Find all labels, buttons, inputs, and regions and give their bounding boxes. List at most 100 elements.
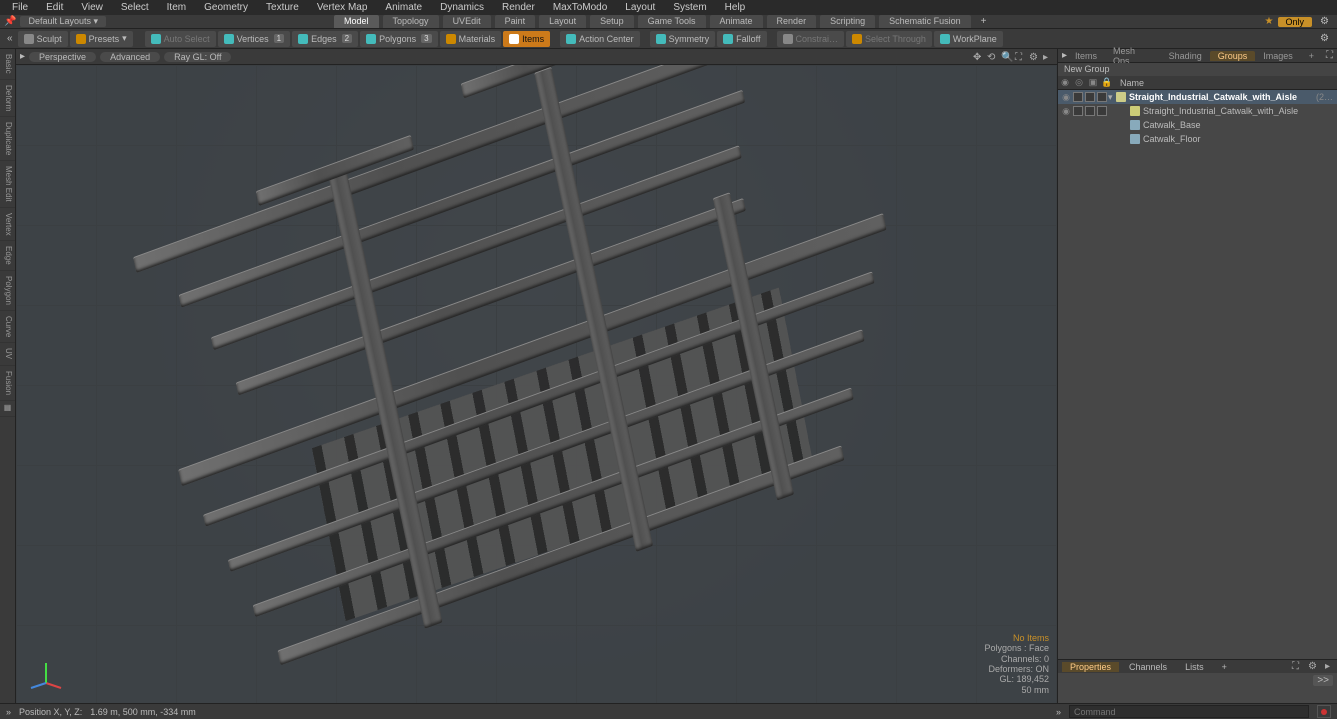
viewport-raygl-toggle[interactable]: Ray GL: Off	[164, 52, 231, 62]
render-column-icon[interactable]: ▣	[1086, 77, 1100, 88]
btab-gear-icon[interactable]: ⚙	[1305, 661, 1320, 672]
eye-icon[interactable]: ◉	[1060, 106, 1072, 117]
checkbox[interactable]	[1085, 106, 1095, 116]
vp-maximize-icon[interactable]: ⛶	[1015, 52, 1025, 62]
tab-gametools[interactable]: Game Tools	[638, 15, 706, 28]
btab-lists[interactable]: Lists	[1177, 662, 1212, 672]
rtab-groups[interactable]: Groups	[1210, 51, 1256, 61]
symmetry-button[interactable]: Symmetry	[650, 31, 716, 47]
vtab-uv[interactable]: UV	[0, 343, 15, 365]
camera-column-icon[interactable]: ◎	[1072, 77, 1086, 88]
falloff-button[interactable]: Falloff	[717, 31, 766, 47]
vtab-polygon[interactable]: Polygon	[0, 271, 15, 311]
new-group-button[interactable]: New Group	[1058, 63, 1337, 76]
tab-schematic[interactable]: Schematic Fusion	[879, 15, 971, 28]
checkbox[interactable]	[1073, 92, 1083, 102]
vp-zoom-icon[interactable]: 🔍	[1001, 52, 1011, 62]
vtab-curve[interactable]: Curve	[0, 311, 15, 343]
vtab-duplicate[interactable]: Duplicate	[0, 117, 15, 161]
eye-icon[interactable]: ◉	[1060, 92, 1072, 103]
rtab-items[interactable]: Items	[1067, 51, 1105, 61]
lock-column-icon[interactable]: 🔒	[1100, 77, 1114, 88]
pin-icon[interactable]: 📌	[4, 16, 16, 27]
menu-vertexmap[interactable]: Vertex Map	[309, 2, 376, 13]
viewport-3d[interactable]: No Items Polygons : Face Channels: 0 Def…	[16, 65, 1057, 703]
btab-add[interactable]: +	[1214, 662, 1235, 672]
vp-gear-icon[interactable]: ⚙	[1029, 52, 1039, 62]
rtab-images[interactable]: Images	[1255, 51, 1301, 61]
vtab-vertex[interactable]: Vertex	[0, 208, 15, 242]
constraint-button[interactable]: Constrai…	[777, 31, 845, 47]
tab-model[interactable]: Model	[334, 15, 379, 28]
vtab-fusion[interactable]: Fusion	[0, 366, 15, 401]
btab-channels[interactable]: Channels	[1121, 662, 1175, 672]
vp-move-icon[interactable]: ✥	[973, 52, 983, 62]
items-button[interactable]: Items	[503, 31, 550, 47]
tab-setup[interactable]: Setup	[590, 15, 634, 28]
btab-dropdown-icon[interactable]: ▸	[1322, 661, 1333, 672]
selectthrough-button[interactable]: Select Through	[846, 31, 932, 47]
layout-dropdown[interactable]: Default Layouts ▾	[20, 16, 106, 27]
vtab-meshedit[interactable]: Mesh Edit	[0, 161, 15, 208]
vertices-button[interactable]: Vertices1	[218, 31, 290, 47]
vp-dropdown-icon[interactable]: ▸	[1043, 52, 1053, 62]
menu-view[interactable]: View	[73, 2, 111, 13]
vtab-basic[interactable]: Basic	[0, 49, 15, 80]
presets-button[interactable]: Presets▾	[70, 31, 133, 47]
vtab-edge[interactable]: Edge	[0, 241, 15, 271]
collapse-icon[interactable]: «	[4, 33, 16, 44]
properties-go-button[interactable]: >>	[1313, 675, 1333, 686]
vp-menu-icon[interactable]: ▸	[20, 51, 25, 62]
axis-gizmo-icon[interactable]	[26, 653, 66, 693]
checkbox[interactable]	[1085, 92, 1095, 102]
checkbox[interactable]	[1097, 106, 1107, 116]
tab-add[interactable]: +	[975, 16, 993, 27]
menu-render[interactable]: Render	[494, 2, 543, 13]
statusbar-expand-icon[interactable]: »	[6, 707, 11, 717]
btab-maximize-icon[interactable]: ⛶	[1288, 661, 1303, 672]
menu-texture[interactable]: Texture	[258, 2, 307, 13]
tab-animate[interactable]: Animate	[710, 15, 763, 28]
menu-help[interactable]: Help	[717, 2, 754, 13]
rtab-shading[interactable]: Shading	[1161, 51, 1210, 61]
menu-geometry[interactable]: Geometry	[196, 2, 256, 13]
vp-rotate-icon[interactable]: ⟲	[987, 52, 997, 62]
menu-dynamics[interactable]: Dynamics	[432, 2, 492, 13]
btab-properties[interactable]: Properties	[1062, 662, 1119, 672]
only-button[interactable]: Only	[1278, 17, 1313, 27]
vtab-deform[interactable]: Deform	[0, 80, 15, 117]
eye-column-icon[interactable]: ◉	[1058, 77, 1072, 88]
menu-animate[interactable]: Animate	[377, 2, 430, 13]
sculpt-button[interactable]: Sculpt	[18, 31, 68, 47]
materials-button[interactable]: Materials	[440, 31, 502, 47]
command-input[interactable]	[1069, 705, 1309, 718]
viewport-shading-dropdown[interactable]: Advanced	[100, 52, 160, 62]
tree-row[interactable]: ◉ ▾ Straight_Industrial_Catwalk_with_Ais…	[1058, 90, 1337, 104]
name-column-header[interactable]: Name	[1114, 78, 1337, 88]
menu-item[interactable]: Item	[159, 2, 194, 13]
viewport-type-dropdown[interactable]: Perspective	[29, 52, 96, 62]
star-icon[interactable]: ★	[1265, 16, 1274, 27]
gear-icon[interactable]: ⚙	[1316, 16, 1333, 27]
tab-topology[interactable]: Topology	[383, 15, 439, 28]
tab-layout[interactable]: Layout	[539, 15, 586, 28]
tree-row[interactable]: Catwalk_Base	[1058, 118, 1337, 132]
menu-file[interactable]: File	[4, 2, 36, 13]
menu-layout[interactable]: Layout	[617, 2, 663, 13]
tab-paint[interactable]: Paint	[495, 15, 536, 28]
edges-button[interactable]: Edges2	[292, 31, 358, 47]
record-button[interactable]	[1317, 705, 1331, 718]
tab-scripting[interactable]: Scripting	[820, 15, 875, 28]
menu-maxtomodo[interactable]: MaxToModo	[545, 2, 615, 13]
rtab-add[interactable]: +	[1301, 51, 1322, 61]
item-tree[interactable]: ◉ ▾ Straight_Industrial_Catwalk_with_Ais…	[1058, 90, 1337, 659]
vtab-palette-icon[interactable]: ▦	[0, 401, 15, 417]
toolbar-gear-icon[interactable]: ⚙	[1316, 33, 1333, 44]
checkbox[interactable]	[1073, 106, 1083, 116]
polygons-button[interactable]: Polygons3	[360, 31, 437, 47]
tree-row[interactable]: Catwalk_Floor	[1058, 132, 1337, 146]
tab-uvedit[interactable]: UVEdit	[443, 15, 491, 28]
menu-system[interactable]: System	[665, 2, 714, 13]
tab-render[interactable]: Render	[767, 15, 817, 28]
tree-row[interactable]: ◉ Straight_Industrial_Catwalk_with_Aisle	[1058, 104, 1337, 118]
